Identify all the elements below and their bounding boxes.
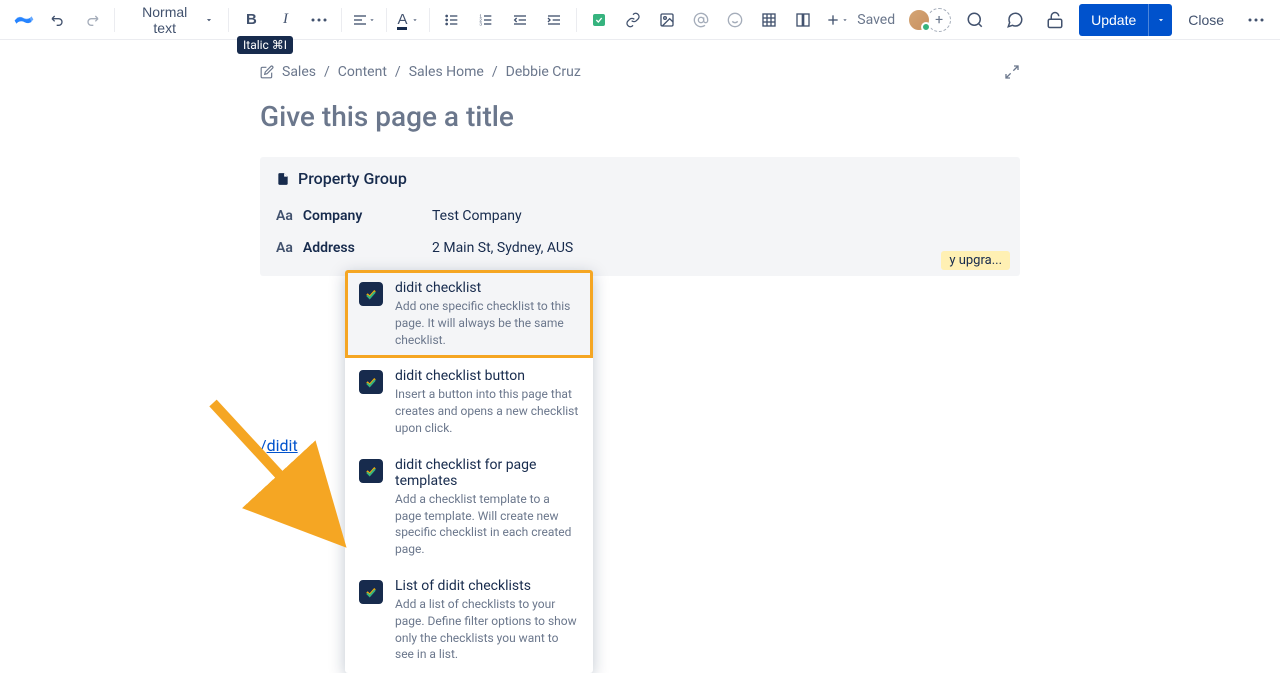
more-actions-button[interactable] — [1240, 4, 1272, 36]
macro-description: Insert a button into this page that crea… — [395, 386, 579, 436]
comments-button[interactable] — [999, 4, 1031, 36]
text-color-button[interactable]: A — [393, 4, 423, 36]
undo-button[interactable] — [42, 4, 74, 36]
macro-description: Add a checklist template to a page templ… — [395, 491, 579, 558]
macro-item-didit-checklist[interactable]: didit checklist Add one specific checkli… — [345, 270, 593, 358]
more-formatting-button[interactable] — [303, 4, 335, 36]
breadcrumb-item[interactable]: Content — [338, 64, 387, 80]
update-button[interactable]: Update — [1079, 4, 1148, 36]
redo-button[interactable] — [76, 4, 108, 36]
link-button[interactable] — [617, 4, 649, 36]
table-button[interactable] — [753, 4, 785, 36]
confluence-logo[interactable] — [12, 8, 36, 32]
editor-toolbar: Normal text B I A 123 — [0, 0, 1280, 40]
text-style-label: Normal text — [129, 4, 201, 36]
page-title-input[interactable]: Give this page a title — [260, 100, 1020, 133]
property-group-panel[interactable]: Property Group Aa Company Test Company A… — [260, 157, 1020, 276]
property-row: Aa Company Test Company — [276, 200, 1004, 232]
indent-button[interactable] — [538, 4, 570, 36]
didit-icon — [359, 370, 383, 394]
property-group-header: Property Group — [276, 169, 1004, 188]
breadcrumb: Sales / Content / Sales Home / Debbie Cr… — [260, 64, 1020, 80]
feedback-bubble[interactable]: y upgra... — [941, 251, 1010, 270]
search-button[interactable] — [959, 4, 991, 36]
macro-item-didit-checklist-button[interactable]: didit checklist button Insert a button i… — [345, 358, 593, 446]
restrictions-button[interactable] — [1039, 4, 1071, 36]
macro-autocomplete-menu: didit checklist Add one specific checkli… — [345, 270, 593, 673]
text-type-icon: Aa — [276, 240, 293, 256]
didit-icon — [359, 459, 383, 483]
alignment-button[interactable] — [348, 4, 380, 36]
page-width-toggle[interactable] — [1004, 64, 1020, 80]
property-row: Aa Address 2 Main St, Sydney, AUS — [276, 232, 1004, 264]
outdent-button[interactable] — [504, 4, 536, 36]
update-dropdown-button[interactable] — [1148, 4, 1172, 36]
property-value[interactable]: 2 Main St, Sydney, AUS — [432, 240, 573, 256]
mention-button[interactable] — [685, 4, 717, 36]
macro-title: didit checklist button — [395, 368, 579, 384]
breadcrumb-item[interactable]: Sales Home — [409, 64, 484, 80]
numbered-list-button[interactable]: 123 — [470, 4, 502, 36]
text-type-icon: Aa — [276, 208, 293, 224]
property-value[interactable]: Test Company — [432, 208, 522, 224]
saved-status: Saved — [857, 12, 895, 28]
italic-button[interactable]: I — [269, 4, 301, 36]
property-group-title: Property Group — [298, 169, 407, 188]
breadcrumb-item[interactable]: Debbie Cruz — [506, 64, 581, 80]
macro-item-list-didit-checklists[interactable]: List of didit checklists Add a list of c… — [345, 568, 593, 673]
emoji-button[interactable] — [719, 4, 751, 36]
macro-title: didit checklist — [395, 280, 579, 296]
collaborators: + — [907, 8, 951, 32]
macro-title: didit checklist for page templates — [395, 457, 579, 489]
insert-button[interactable] — [821, 4, 853, 36]
bullet-list-button[interactable] — [436, 4, 468, 36]
macro-description: Add one specific checklist to this page.… — [395, 298, 579, 348]
property-label: Company — [303, 208, 362, 224]
macro-item-didit-checklist-page-templates[interactable]: didit checklist for page templates Add a… — [345, 447, 593, 568]
didit-icon — [359, 282, 383, 306]
close-button[interactable]: Close — [1180, 4, 1232, 36]
breadcrumb-item[interactable]: Sales — [282, 64, 316, 80]
bold-button[interactable]: B — [235, 4, 267, 36]
edit-icon[interactable] — [260, 65, 274, 79]
image-button[interactable] — [651, 4, 683, 36]
didit-icon — [359, 580, 383, 604]
action-item-button[interactable] — [583, 4, 615, 36]
user-avatar[interactable] — [907, 8, 931, 32]
macro-description: Add a list of checklists to your page. D… — [395, 596, 579, 663]
svg-text:3: 3 — [480, 21, 483, 26]
text-style-dropdown[interactable]: Normal text — [121, 4, 223, 36]
property-label: Address — [303, 240, 355, 256]
layouts-button[interactable] — [787, 4, 819, 36]
macro-title: List of didit checklists — [395, 578, 579, 594]
